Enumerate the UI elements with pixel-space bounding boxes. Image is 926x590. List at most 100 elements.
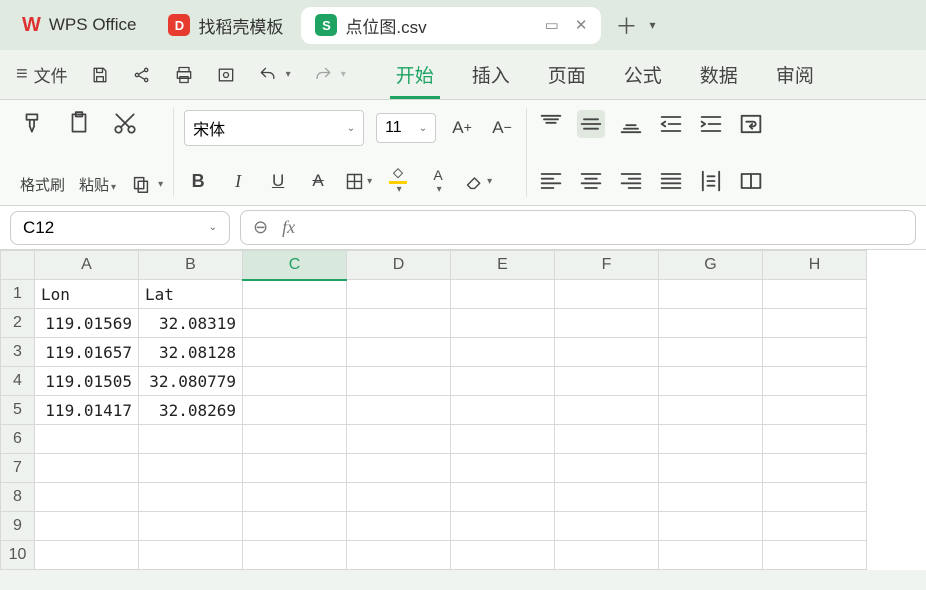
share-button[interactable]: [124, 59, 160, 91]
cell-B2[interactable]: 32.08319: [139, 309, 243, 338]
row-header-10[interactable]: 10: [1, 541, 35, 570]
preview-button[interactable]: [208, 59, 244, 91]
align-bottom-button[interactable]: [617, 110, 645, 138]
column-header-B[interactable]: B: [139, 251, 243, 280]
cell-D1[interactable]: [347, 280, 451, 309]
cell-C1[interactable]: [243, 280, 347, 309]
italic-button[interactable]: I: [224, 167, 252, 195]
cell-F1[interactable]: [555, 280, 659, 309]
cell-H3[interactable]: [763, 338, 867, 367]
row-header-1[interactable]: 1: [1, 280, 35, 309]
align-middle-button[interactable]: [577, 110, 605, 138]
cell-E3[interactable]: [451, 338, 555, 367]
cell-F7[interactable]: [555, 454, 659, 483]
cell-D6[interactable]: [347, 425, 451, 454]
cell-H2[interactable]: [763, 309, 867, 338]
cell-H10[interactable]: [763, 541, 867, 570]
cell-A10[interactable]: [35, 541, 139, 570]
decrease-indent-button[interactable]: [657, 110, 685, 138]
cell-E9[interactable]: [451, 512, 555, 541]
cell-D2[interactable]: [347, 309, 451, 338]
fx-label[interactable]: fx: [282, 217, 295, 238]
window-restore-icon[interactable]: ▭: [545, 16, 559, 34]
cell-G5[interactable]: [659, 396, 763, 425]
strikethrough-button[interactable]: A: [304, 167, 332, 195]
column-header-H[interactable]: H: [763, 251, 867, 280]
tab-start[interactable]: 开始: [390, 51, 440, 98]
cell-D4[interactable]: [347, 367, 451, 396]
align-center-button[interactable]: [577, 167, 605, 195]
justify-button[interactable]: [657, 167, 685, 195]
cell-H9[interactable]: [763, 512, 867, 541]
row-header-5[interactable]: 5: [1, 396, 35, 425]
cell-D5[interactable]: [347, 396, 451, 425]
cell-A7[interactable]: [35, 454, 139, 483]
cell-D10[interactable]: [347, 541, 451, 570]
tab-review[interactable]: 审阅: [770, 51, 820, 98]
cell-B5[interactable]: 32.08269: [139, 396, 243, 425]
cell-G3[interactable]: [659, 338, 763, 367]
wrap-text-button[interactable]: [737, 110, 765, 138]
distribute-h-button[interactable]: [697, 167, 725, 195]
cell-G6[interactable]: [659, 425, 763, 454]
cell-B6[interactable]: [139, 425, 243, 454]
cell-B10[interactable]: [139, 541, 243, 570]
select-all-cell[interactable]: [1, 251, 35, 280]
cell-F2[interactable]: [555, 309, 659, 338]
cell-G4[interactable]: [659, 367, 763, 396]
template-tab[interactable]: D 找稻壳模板: [154, 5, 297, 46]
cell-D3[interactable]: [347, 338, 451, 367]
row-header-2[interactable]: 2: [1, 309, 35, 338]
cell-E4[interactable]: [451, 367, 555, 396]
cell-F5[interactable]: [555, 396, 659, 425]
font-family-select[interactable]: 宋体 ⌄: [184, 110, 364, 146]
font-size-select[interactable]: 11 ⌄: [376, 113, 436, 143]
merge-cells-button[interactable]: [737, 167, 765, 195]
spreadsheet-grid[interactable]: ABCDEFGH1LonLat2119.0156932.083193119.01…: [0, 250, 926, 570]
tab-insert[interactable]: 插入: [466, 51, 516, 98]
cell-E7[interactable]: [451, 454, 555, 483]
cell-H7[interactable]: [763, 454, 867, 483]
cell-C4[interactable]: [243, 367, 347, 396]
cell-E1[interactable]: [451, 280, 555, 309]
borders-button[interactable]: ▾: [344, 167, 372, 195]
cell-F3[interactable]: [555, 338, 659, 367]
paste-dropdown[interactable]: 粘贴▾: [79, 174, 116, 195]
cell-C10[interactable]: [243, 541, 347, 570]
cell-A5[interactable]: 119.01417: [35, 396, 139, 425]
tab-data[interactable]: 数据: [694, 51, 744, 98]
tab-page[interactable]: 页面: [542, 51, 592, 98]
hamburger-button[interactable]: ≡文件: [8, 56, 76, 93]
row-header-8[interactable]: 8: [1, 483, 35, 512]
name-box[interactable]: C12 ⌄: [10, 211, 230, 245]
row-header-3[interactable]: 3: [1, 338, 35, 367]
cell-H4[interactable]: [763, 367, 867, 396]
column-header-E[interactable]: E: [451, 251, 555, 280]
cell-G1[interactable]: [659, 280, 763, 309]
cell-F9[interactable]: [555, 512, 659, 541]
cell-C8[interactable]: [243, 483, 347, 512]
fill-color-button[interactable]: ▾: [384, 167, 412, 195]
print-button[interactable]: [166, 59, 202, 91]
save-button[interactable]: [82, 59, 118, 91]
cell-F6[interactable]: [555, 425, 659, 454]
zoom-out-icon[interactable]: ⊖: [253, 217, 268, 238]
column-header-G[interactable]: G: [659, 251, 763, 280]
copy-button[interactable]: ▾: [130, 173, 163, 195]
cell-H6[interactable]: [763, 425, 867, 454]
cell-H8[interactable]: [763, 483, 867, 512]
cell-G2[interactable]: [659, 309, 763, 338]
cell-G8[interactable]: [659, 483, 763, 512]
cell-F10[interactable]: [555, 541, 659, 570]
close-tab-icon[interactable]: ✕: [575, 16, 588, 34]
cell-D8[interactable]: [347, 483, 451, 512]
column-header-F[interactable]: F: [555, 251, 659, 280]
column-header-C[interactable]: C: [243, 251, 347, 280]
underline-button[interactable]: U: [264, 167, 292, 195]
cell-D7[interactable]: [347, 454, 451, 483]
align-top-button[interactable]: [537, 110, 565, 138]
cell-E2[interactable]: [451, 309, 555, 338]
format-painter-button[interactable]: [20, 110, 46, 136]
cell-C6[interactable]: [243, 425, 347, 454]
cell-C7[interactable]: [243, 454, 347, 483]
